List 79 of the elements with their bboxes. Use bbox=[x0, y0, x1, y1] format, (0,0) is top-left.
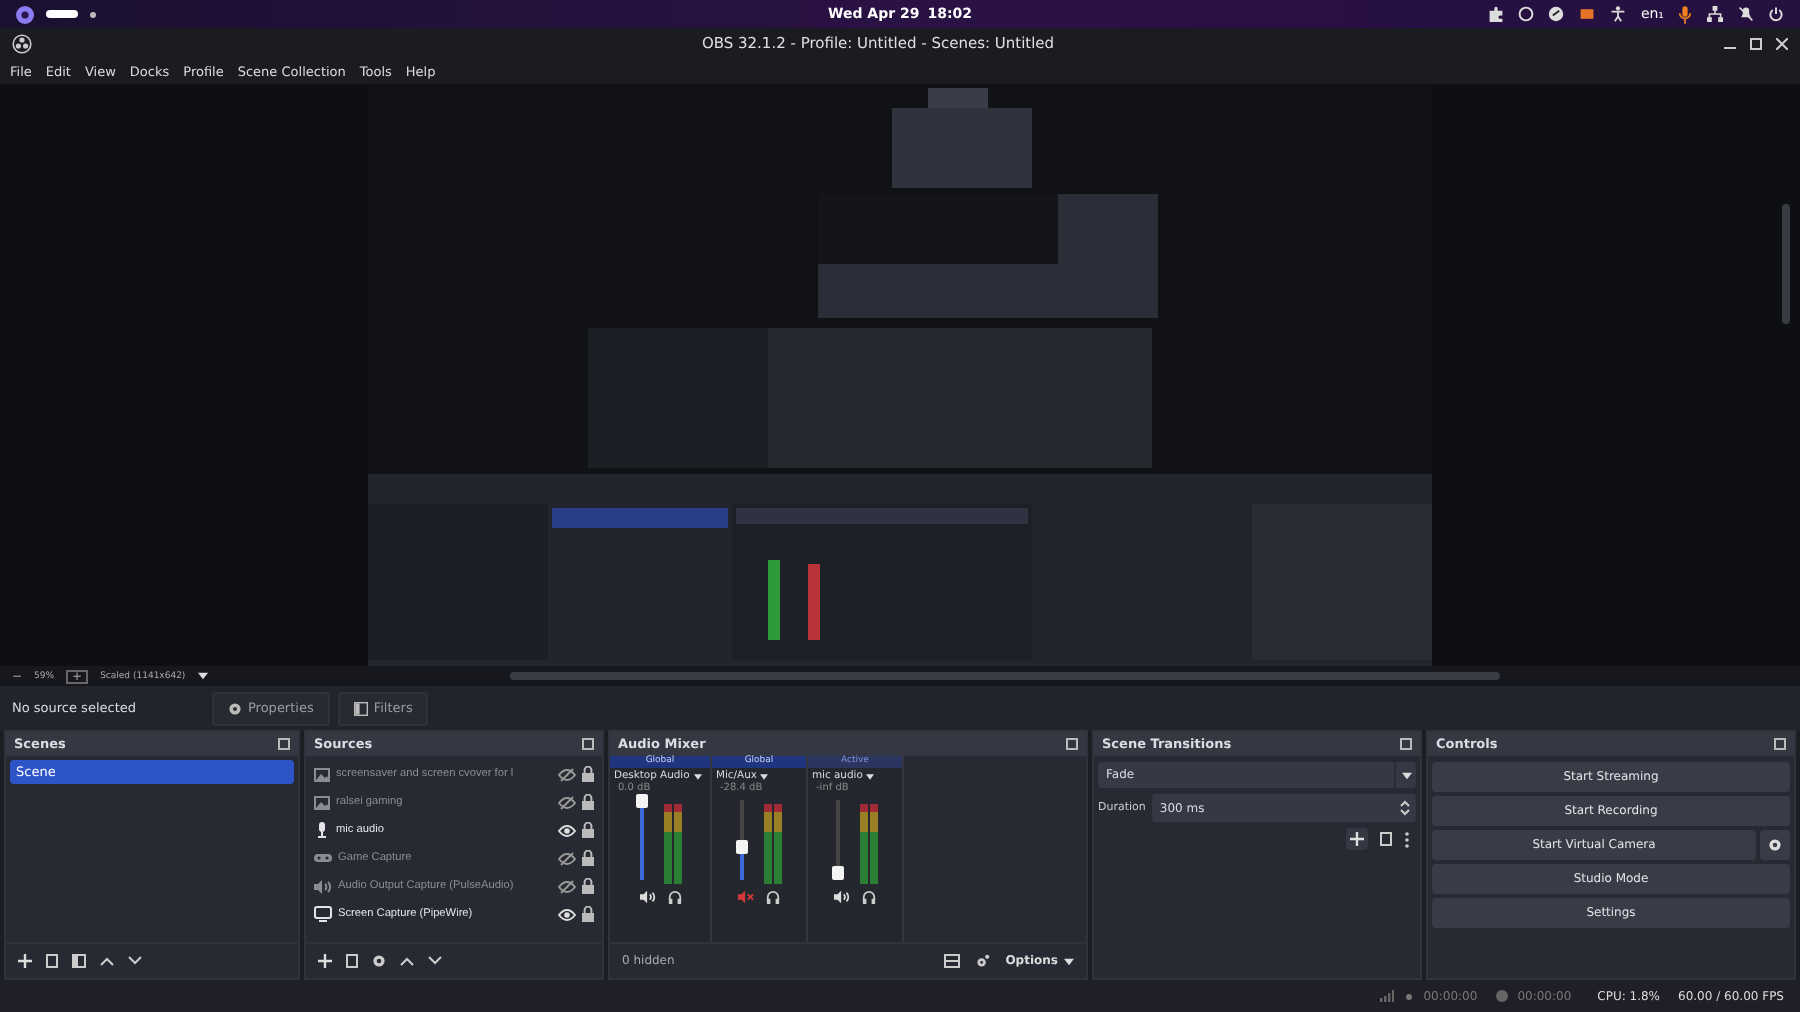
add-icon[interactable] bbox=[18, 954, 32, 968]
image-icon bbox=[314, 767, 330, 781]
level-meter bbox=[763, 804, 783, 884]
caret-icon[interactable] bbox=[197, 672, 208, 680]
add-icon[interactable] bbox=[318, 954, 332, 968]
level-meter bbox=[859, 804, 879, 884]
headphones-icon[interactable] bbox=[766, 890, 780, 904]
undock-icon[interactable] bbox=[278, 738, 290, 750]
settings-button[interactable] bbox=[1760, 830, 1790, 860]
eye-slash-icon[interactable] bbox=[558, 879, 576, 893]
filter-icon bbox=[353, 701, 368, 715]
caret-icon[interactable] bbox=[693, 773, 702, 779]
filter-icon[interactable] bbox=[72, 954, 86, 968]
speaker-icon bbox=[314, 879, 332, 893]
signal-icon bbox=[1379, 990, 1394, 1002]
eye-slash-icon[interactable] bbox=[558, 767, 576, 781]
layout-icon[interactable] bbox=[943, 954, 960, 968]
speaker-icon[interactable] bbox=[834, 890, 850, 904]
lock-icon[interactable] bbox=[582, 822, 594, 838]
muted-bell-icon[interactable] bbox=[1738, 6, 1754, 22]
scrollbar[interactable] bbox=[510, 672, 1500, 680]
puzzle-icon[interactable] bbox=[1488, 6, 1505, 22]
undock-icon[interactable] bbox=[1774, 738, 1786, 750]
caret-icon[interactable] bbox=[1064, 957, 1074, 965]
undock-icon[interactable] bbox=[582, 738, 594, 750]
eye-slash-icon[interactable] bbox=[558, 795, 576, 809]
trash-icon[interactable] bbox=[1380, 832, 1392, 846]
circle-icon[interactable] bbox=[1518, 6, 1535, 22]
network-icon[interactable] bbox=[1706, 6, 1724, 22]
caret-icon[interactable] bbox=[760, 773, 769, 779]
eye-icon[interactable] bbox=[558, 907, 576, 921]
lock-icon[interactable] bbox=[582, 794, 594, 810]
obs-logo-icon bbox=[12, 33, 32, 53]
microphone-icon[interactable] bbox=[1678, 5, 1692, 23]
power-icon[interactable] bbox=[1768, 6, 1784, 22]
chevron-down-icon[interactable] bbox=[428, 956, 442, 966]
slider-handle[interactable] bbox=[735, 839, 747, 854]
caret-icon[interactable] bbox=[1401, 771, 1411, 779]
microphone-icon bbox=[314, 822, 330, 838]
scrollbar[interactable] bbox=[1782, 204, 1790, 324]
launcher-icon[interactable] bbox=[16, 5, 34, 23]
trash-icon[interactable] bbox=[46, 954, 58, 968]
close-icon[interactable] bbox=[1776, 37, 1788, 49]
eye-icon[interactable] bbox=[558, 823, 576, 837]
chevron-up-icon[interactable] bbox=[100, 956, 114, 966]
volume-slider[interactable] bbox=[831, 796, 843, 884]
level-meter bbox=[664, 804, 684, 884]
slider-handle[interactable] bbox=[636, 794, 648, 809]
maximize-icon[interactable] bbox=[1750, 37, 1762, 49]
record-icon bbox=[1495, 990, 1508, 1002]
caret-icon[interactable] bbox=[866, 773, 875, 779]
lock-icon[interactable] bbox=[582, 878, 594, 894]
accessibility-icon[interactable] bbox=[1610, 6, 1627, 22]
stream-icon bbox=[1403, 991, 1414, 1001]
volume-slider[interactable] bbox=[636, 796, 648, 884]
circle-icon[interactable] bbox=[1548, 6, 1565, 22]
slider-handle[interactable] bbox=[831, 866, 843, 881]
monitor-icon bbox=[314, 906, 332, 922]
muted-speaker-icon[interactable] bbox=[738, 890, 754, 904]
more-icon[interactable] bbox=[1404, 831, 1410, 847]
workspace-dot[interactable] bbox=[90, 11, 96, 17]
trash-icon[interactable] bbox=[346, 954, 358, 968]
add-button[interactable] bbox=[1346, 828, 1368, 850]
headphones-icon[interactable] bbox=[862, 890, 876, 904]
speaker-icon[interactable] bbox=[639, 890, 655, 904]
undock-icon[interactable] bbox=[1066, 738, 1078, 750]
lock-icon[interactable] bbox=[582, 850, 594, 866]
headphones-icon[interactable] bbox=[667, 890, 681, 904]
app-indicator-icon[interactable] bbox=[1578, 6, 1597, 22]
lock-icon[interactable] bbox=[582, 906, 594, 922]
image-icon bbox=[314, 795, 330, 809]
chevron-down-icon[interactable] bbox=[128, 956, 142, 966]
eye-slash-icon[interactable] bbox=[558, 851, 576, 865]
lock-icon[interactable] bbox=[582, 766, 594, 782]
undock-icon[interactable] bbox=[1400, 738, 1412, 750]
gamepad-icon bbox=[314, 852, 332, 864]
workspace-indicator[interactable] bbox=[46, 10, 78, 18]
spinner-arrows-icon[interactable] bbox=[1400, 800, 1410, 816]
chevron-up-icon[interactable] bbox=[400, 956, 414, 966]
